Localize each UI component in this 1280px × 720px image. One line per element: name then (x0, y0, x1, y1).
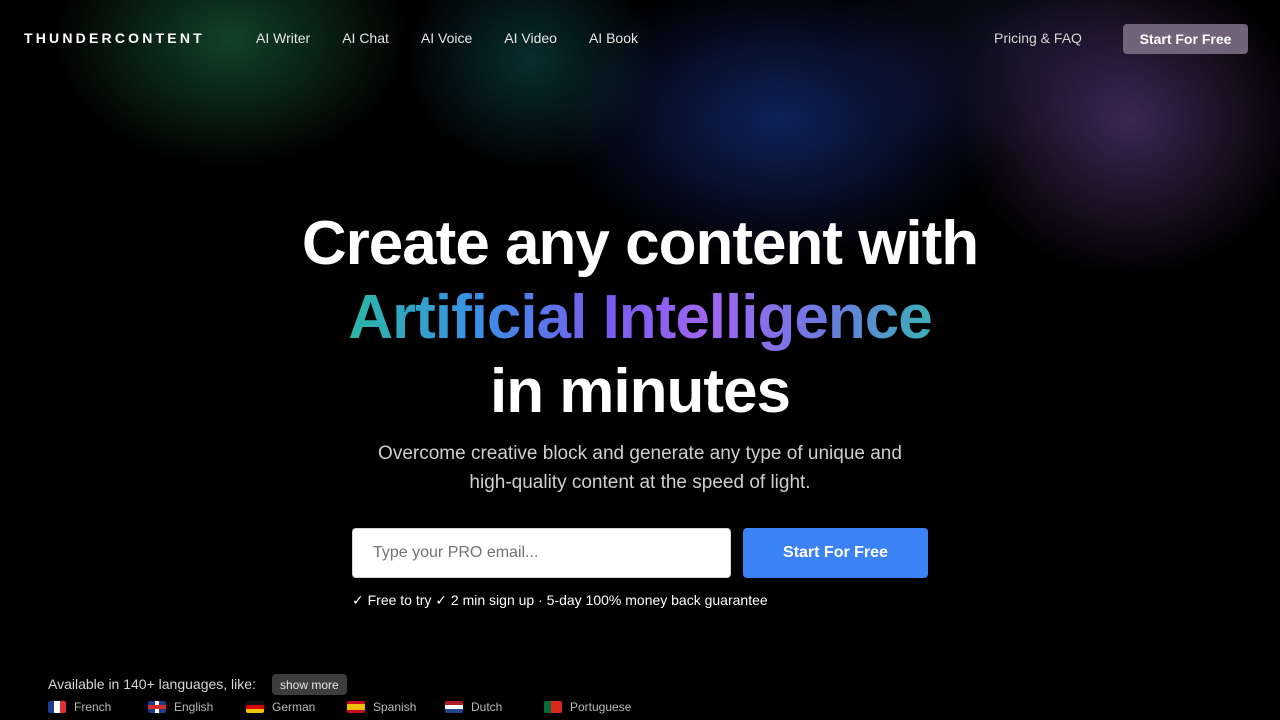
hero-title-line2: Artificial Intelligence (0, 282, 1280, 354)
language-item-german: German (246, 700, 347, 714)
show-more-button[interactable]: show more (272, 674, 347, 695)
france-flag-icon (48, 701, 66, 713)
header-start-free-button[interactable]: Start For Free (1123, 24, 1248, 54)
language-label: Portuguese (570, 700, 632, 714)
language-item-dutch: Dutch (445, 700, 544, 714)
language-item-portuguese: Portuguese (544, 700, 654, 714)
hero-start-free-button[interactable]: Start For Free (743, 528, 928, 578)
languages-heading: Available in 140+ languages, like: (48, 676, 256, 692)
hero-subtitle-line2: high-quality content at the speed of lig… (469, 472, 811, 493)
hero-subtitle: Overcome creative block and generate any… (340, 439, 940, 497)
email-input[interactable] (352, 528, 731, 578)
uk-flag-icon (148, 701, 166, 713)
germany-flag-icon (246, 701, 264, 713)
language-list: French English German Spanish Dutch Port… (48, 700, 654, 714)
language-item-english: English (148, 700, 246, 714)
language-label: Spanish (373, 700, 417, 714)
logo[interactable]: THUNDERCONTENT (24, 30, 205, 46)
language-label: French (74, 700, 112, 714)
language-label: German (272, 700, 316, 714)
nav-ai-writer[interactable]: AI Writer (256, 30, 310, 46)
portugal-flag-icon (544, 701, 562, 713)
nav-ai-video[interactable]: AI Video (504, 30, 557, 46)
nav-pricing-faq[interactable]: Pricing & FAQ (994, 30, 1082, 46)
nav-ai-book[interactable]: AI Book (589, 30, 638, 46)
netherlands-flag-icon (445, 701, 463, 713)
hero-title-line1: Create any content with (301, 209, 979, 278)
language-label: English (174, 700, 214, 714)
hero-title-line3: in minutes (489, 357, 791, 426)
hero-title-gradient-text: Artificial Intelligence (348, 283, 932, 352)
main-nav: AI Writer AI Chat AI Voice AI Video AI B… (256, 30, 638, 46)
nav-ai-voice[interactable]: AI Voice (421, 30, 472, 46)
language-label: Dutch (471, 700, 503, 714)
nav-ai-chat[interactable]: AI Chat (342, 30, 389, 46)
language-item-french: French (48, 700, 148, 714)
hero-subtitle-line1: Overcome creative block and generate any… (378, 443, 902, 464)
spain-flag-icon (347, 701, 365, 713)
language-item-spanish: Spanish (347, 700, 445, 714)
perks-text: ✓ Free to try ✓ 2 min sign up · 5-day 10… (352, 592, 768, 608)
